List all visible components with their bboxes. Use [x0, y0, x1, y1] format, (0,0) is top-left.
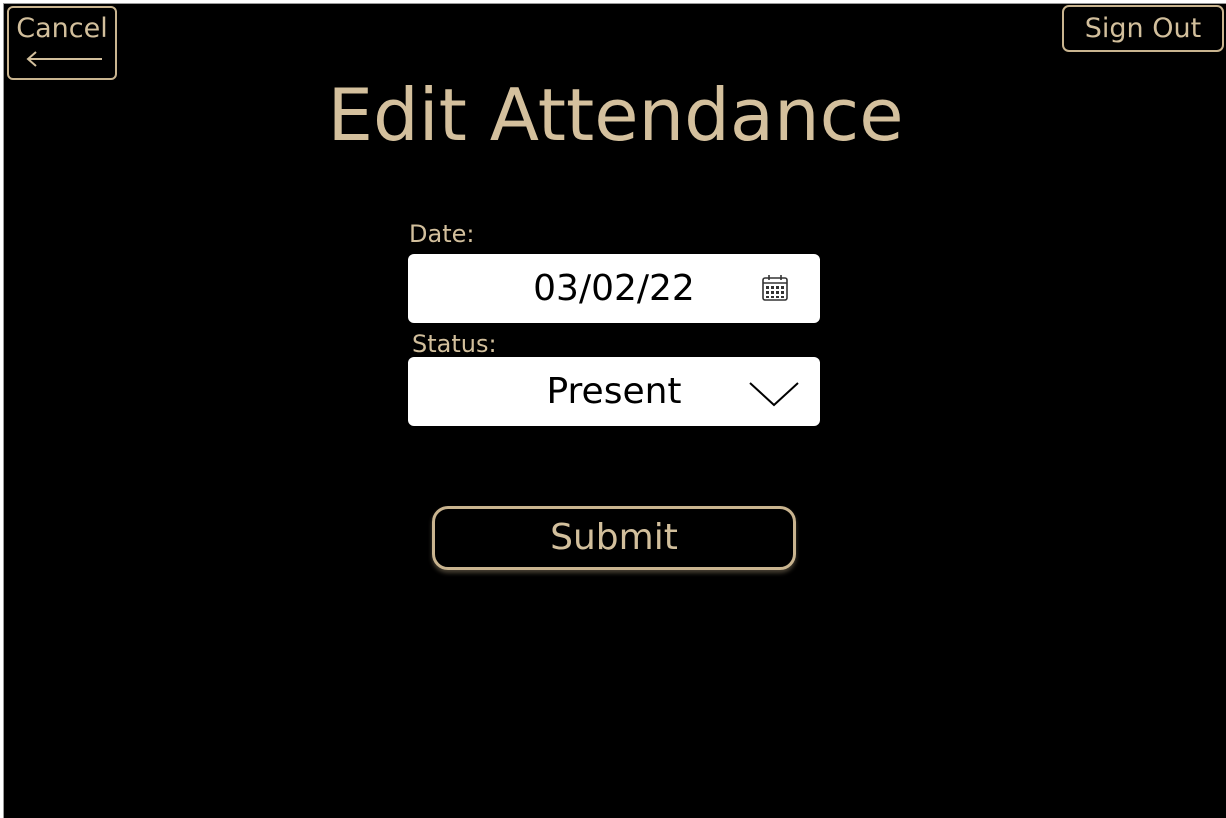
date-label: Date: [409, 220, 475, 248]
status-select[interactable]: Present [408, 357, 820, 426]
arrow-left-icon [26, 51, 102, 67]
cancel-button[interactable]: Cancel [7, 6, 117, 80]
calendar-icon[interactable] [761, 274, 789, 302]
cancel-label: Cancel [16, 13, 108, 44]
sign-out-button[interactable]: Sign Out [1062, 5, 1224, 52]
status-label: Status: [412, 330, 497, 358]
edit-attendance-screen: Cancel Sign Out Edit Attendance Date: 03… [3, 3, 1226, 818]
date-field[interactable]: 03/02/22 [408, 254, 820, 323]
page-title: Edit Attendance [327, 73, 904, 157]
chevron-down-icon[interactable] [748, 379, 800, 409]
date-value: 03/02/22 [533, 268, 695, 309]
submit-button[interactable]: Submit [432, 506, 796, 570]
